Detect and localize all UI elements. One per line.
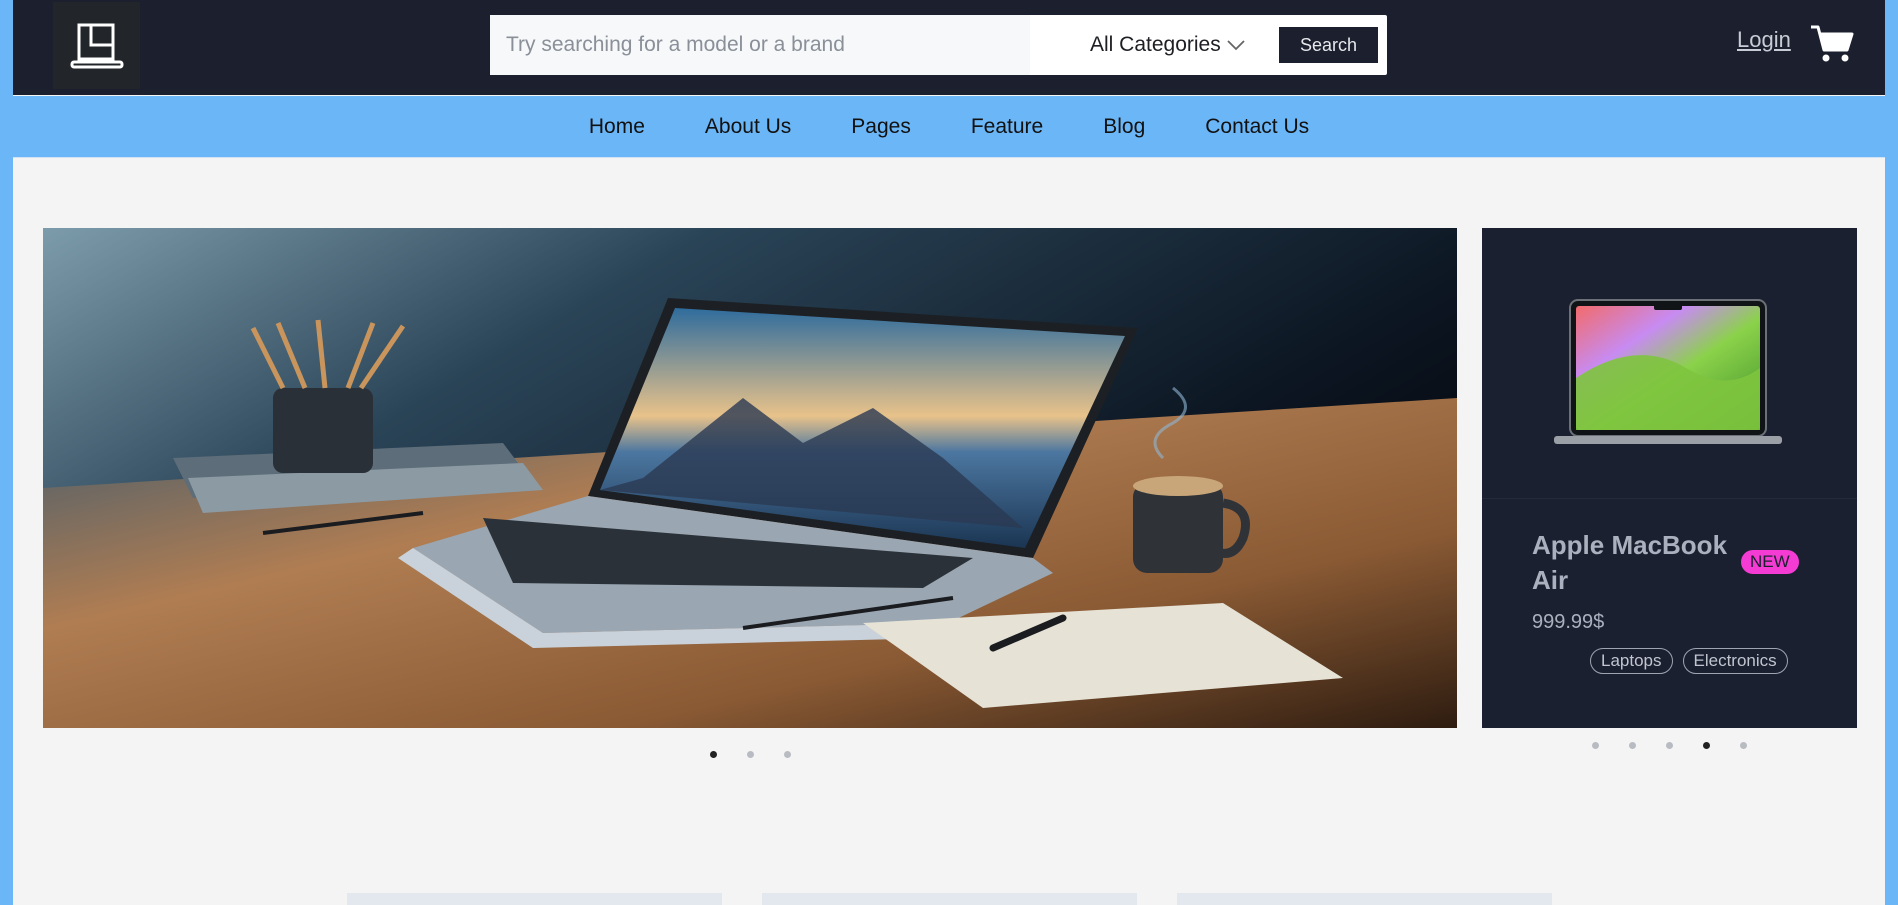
hero-desk-laptop-image bbox=[43, 228, 1457, 728]
product-dot-4[interactable] bbox=[1703, 742, 1710, 749]
laptop-logo-icon bbox=[70, 23, 123, 68]
product-price: 999.99$ bbox=[1532, 611, 1605, 633]
search-button[interactable]: Search bbox=[1279, 27, 1378, 63]
product-dot-3[interactable] bbox=[1666, 742, 1673, 749]
page-frame: All Categories Search Login Home About U… bbox=[13, 0, 1885, 905]
feature-box-2 bbox=[762, 893, 1137, 905]
hero-banner[interactable] bbox=[43, 228, 1457, 728]
product-card[interactable]: Apple MacBook Air NEW 999.99$ Laptops El… bbox=[1482, 228, 1857, 728]
login-link[interactable]: Login bbox=[1737, 27, 1791, 53]
search-input[interactable] bbox=[490, 15, 1030, 75]
product-title[interactable]: Apple MacBook Air bbox=[1532, 528, 1732, 598]
nav-item-about-us[interactable]: About Us bbox=[705, 115, 791, 139]
tag-laptops[interactable]: Laptops bbox=[1590, 648, 1673, 674]
top-header: All Categories Search Login bbox=[13, 0, 1885, 95]
nav-item-contact-us[interactable]: Contact Us bbox=[1205, 115, 1309, 139]
product-image bbox=[1482, 228, 1857, 498]
search-bar: All Categories Search bbox=[490, 15, 1387, 75]
product-tags: Laptops Electronics bbox=[1590, 648, 1788, 674]
macbook-air-image bbox=[1554, 299, 1782, 444]
hero-dot-3[interactable] bbox=[784, 751, 791, 758]
product-carousel-dots bbox=[1592, 742, 1747, 749]
nav-item-blog[interactable]: Blog bbox=[1103, 115, 1145, 139]
hero-dot-1[interactable] bbox=[710, 751, 717, 758]
new-badge: NEW bbox=[1741, 550, 1799, 574]
hero-carousel-dots bbox=[710, 751, 791, 758]
feature-box-3 bbox=[1177, 893, 1552, 905]
product-dot-2[interactable] bbox=[1629, 742, 1636, 749]
category-select[interactable]: All Categories bbox=[1090, 15, 1245, 75]
product-dot-1[interactable] bbox=[1592, 742, 1599, 749]
category-label: All Categories bbox=[1090, 33, 1221, 56]
product-dot-5[interactable] bbox=[1740, 742, 1747, 749]
nav-item-pages[interactable]: Pages bbox=[851, 115, 911, 139]
site-logo[interactable] bbox=[53, 2, 140, 89]
tag-electronics[interactable]: Electronics bbox=[1682, 648, 1788, 674]
main-nav: Home About Us Pages Feature Blog Contact… bbox=[13, 96, 1885, 158]
feature-box-1 bbox=[347, 893, 722, 905]
card-divider bbox=[1482, 498, 1857, 499]
cart-icon[interactable] bbox=[1810, 24, 1854, 64]
nav-item-home[interactable]: Home bbox=[589, 115, 645, 139]
hero-dot-2[interactable] bbox=[747, 751, 754, 758]
nav-item-feature[interactable]: Feature bbox=[971, 115, 1043, 139]
chevron-down-icon bbox=[1227, 40, 1245, 51]
